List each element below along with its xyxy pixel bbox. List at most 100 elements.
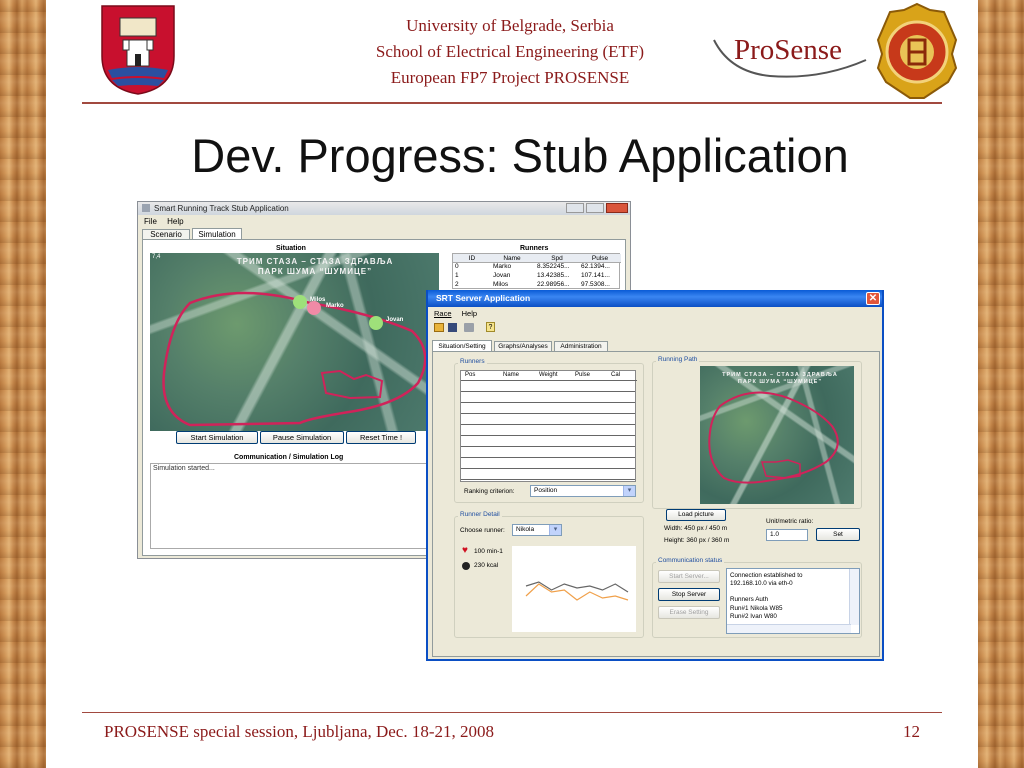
running-track-path: [708, 391, 839, 484]
table-header: ID Name Spd Pulse: [453, 254, 621, 263]
running-path-map: ТРИМ СТАЗА – СТАЗА ЗДРАВЉА ПАРК ШУМА “ШУ…: [700, 366, 854, 504]
horizontal-scrollbar[interactable]: [727, 624, 851, 633]
table-row[interactable]: [461, 381, 635, 392]
close-button[interactable]: ✕: [866, 292, 880, 305]
comm-log-line: 192.168.10.0 via eth-0: [730, 580, 793, 588]
load-picture-button[interactable]: Load picture: [666, 509, 726, 521]
slide-title: Dev. Progress: Stub Application: [191, 129, 849, 182]
page-number: 12: [903, 722, 920, 741]
footer-session: PROSENSE special session, Ljubljana, Dec…: [104, 722, 495, 741]
right-wood-border: [978, 0, 1024, 768]
table-row[interactable]: [461, 458, 635, 469]
col-pos[interactable]: Pos: [465, 372, 475, 378]
col-weight[interactable]: Weight: [539, 372, 558, 378]
runner-chart: [512, 546, 636, 632]
table-row[interactable]: 1 Jovan 13.42385... 107.141...: [453, 272, 621, 281]
table-row[interactable]: [461, 436, 635, 447]
menu-help[interactable]: Help: [167, 217, 183, 226]
print-icon[interactable]: [464, 323, 474, 332]
series-dark-line: [525, 581, 629, 593]
table-row[interactable]: [461, 403, 635, 414]
table-row[interactable]: [461, 414, 635, 425]
situation-label: Situation: [276, 245, 306, 252]
col-id[interactable]: ID: [457, 255, 487, 262]
stop-server-button[interactable]: Stop Server: [658, 588, 720, 601]
save-icon[interactable]: [448, 323, 457, 332]
stub-menubar: File Help: [144, 217, 192, 226]
col-pulse[interactable]: Pulse: [581, 255, 619, 262]
stub-window-title: Smart Running Track Stub Application: [154, 204, 289, 213]
start-server-button[interactable]: Start Server...: [658, 570, 720, 583]
stub-runners-table[interactable]: ID Name Spd Pulse 0 Marko 8.352245... 62…: [452, 253, 621, 290]
ranking-criterion-select[interactable]: Position ▾: [530, 485, 636, 497]
stub-titlebar[interactable]: Smart Running Track Stub Application: [138, 202, 630, 215]
col-pulse[interactable]: Pulse: [575, 372, 590, 378]
table-row[interactable]: [461, 392, 635, 403]
header-school: School of Electrical Engineering (ETF): [375, 42, 645, 61]
log-label: Communication / Simulation Log: [234, 454, 344, 461]
header-divider: [82, 102, 942, 104]
start-simulation-button[interactable]: Start Simulation: [176, 431, 258, 444]
kcal-icon: [462, 562, 470, 570]
unit-metric-value: 1.0: [770, 531, 780, 538]
choose-runner-label: Choose runner:: [460, 527, 505, 534]
srt-titlebar[interactable]: SRT Server Application ✕: [428, 290, 882, 307]
srt-window-title: SRT Server Application: [436, 293, 531, 303]
prosense-logo-text: ProSense: [734, 34, 842, 66]
menu-race[interactable]: Race: [434, 309, 452, 318]
marker-label-marko: Marko: [326, 303, 344, 309]
runner-chart-svg: [525, 581, 629, 601]
set-button[interactable]: Set: [816, 528, 860, 541]
srt-runners-table[interactable]: Pos Name Weight Pulse Cal: [460, 370, 637, 482]
log-text: Simulation started...: [153, 465, 215, 472]
ranking-criterion-label: Ranking criterion:: [464, 488, 515, 495]
col-cal[interactable]: Cal: [611, 372, 620, 378]
chevron-down-icon[interactable]: ▾: [549, 525, 561, 535]
footer-divider: [82, 712, 942, 713]
communication-log[interactable]: Connection established to 192.168.10.0 v…: [726, 568, 860, 634]
runner-marker-milos: [293, 295, 307, 309]
srt-server-window[interactable]: SRT Server Application ✕ Race Help ? Sit…: [426, 290, 884, 661]
menu-file[interactable]: File: [144, 217, 157, 226]
menu-help[interactable]: Help: [462, 309, 477, 318]
table-row[interactable]: [461, 469, 635, 480]
help-icon[interactable]: ?: [486, 322, 495, 332]
runner-detail-group-label: Runner Detail: [458, 511, 502, 518]
pause-simulation-button[interactable]: Pause Simulation: [260, 431, 344, 444]
belgrade-coat-of-arms: [100, 4, 176, 96]
comm-log-line: Runners Auth: [730, 596, 769, 604]
erase-setting-button[interactable]: Erase Setting: [658, 606, 720, 619]
table-row[interactable]: 2 Milos 22.98956... 97.5308...: [453, 281, 621, 290]
situation-map: ТРИМ СТАЗА – СТАЗА ЗДРАВЉА ПАРК ШУМА “ШУ…: [150, 253, 439, 431]
table-row[interactable]: [461, 447, 635, 458]
table-row[interactable]: [461, 425, 635, 436]
close-button[interactable]: [606, 203, 628, 213]
col-name[interactable]: Name: [493, 255, 531, 262]
width-text: Width: 450 px / 450 m: [664, 525, 728, 532]
vertical-scrollbar[interactable]: [849, 569, 859, 625]
comm-log-line: Run#1 Nikola W85: [730, 604, 783, 612]
col-spd[interactable]: Spd: [537, 255, 577, 262]
left-wood-border: [0, 0, 46, 768]
running-track-path: [162, 291, 427, 427]
minimize-button[interactable]: [566, 203, 584, 213]
marker-label-milos: Milos: [310, 297, 326, 303]
col-name[interactable]: Name: [503, 372, 519, 378]
inner-track-path: [320, 369, 384, 400]
ranking-criterion-value: Position: [534, 487, 558, 494]
app-icon: [142, 204, 150, 212]
reset-time-button[interactable]: Reset Time !: [346, 431, 416, 444]
comm-log-line: Run#2 Ivan W80: [730, 612, 777, 620]
kcal-value: 230 kcal: [474, 562, 499, 569]
maximize-button[interactable]: [586, 203, 604, 213]
open-folder-icon[interactable]: [434, 323, 444, 332]
chevron-down-icon[interactable]: ▾: [623, 486, 635, 496]
table-row[interactable]: 0 Marko 8.352245... 62.1394...: [453, 263, 621, 272]
runner-marker-jovan: [369, 316, 383, 330]
unit-metric-input[interactable]: 1.0: [766, 529, 808, 541]
stub-track-svg: [162, 291, 427, 427]
choose-runner-select[interactable]: Nikola ▾: [512, 524, 562, 536]
height-text: Height: 360 px / 360 m: [664, 537, 730, 544]
runners-label: Runners: [520, 245, 549, 252]
marker-label-jovan: Jovan: [386, 317, 404, 323]
